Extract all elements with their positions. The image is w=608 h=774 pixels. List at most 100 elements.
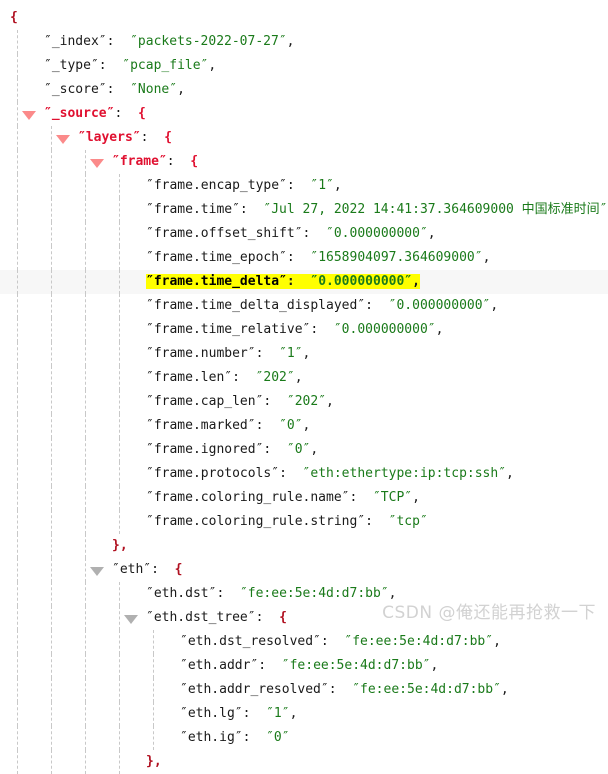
json-row[interactable]: }, <box>0 534 608 558</box>
indent-guide <box>85 150 86 174</box>
json-row[interactable]: ″_type″: ″pcap_file″, <box>0 54 608 78</box>
json-colon: : <box>99 58 122 73</box>
json-row[interactable]: ″frame.cap_len″: ″202″, <box>0 390 608 414</box>
indent-guide <box>85 294 86 318</box>
indent-guide <box>51 438 52 462</box>
expand-triangle-icon[interactable] <box>22 111 36 120</box>
json-pair: ″eth.lg″: ″1″, <box>180 706 297 721</box>
json-value: ″1″ <box>266 706 289 721</box>
indent-guide <box>51 726 52 750</box>
expand-triangle-icon[interactable] <box>56 135 70 144</box>
json-key: ″_score″ <box>44 82 107 97</box>
indent-guide <box>51 126 52 150</box>
json-row[interactable]: ″frame.ignored″: ″0″, <box>0 438 608 462</box>
json-row-content: }, <box>146 750 162 774</box>
indent-guide <box>17 678 18 702</box>
json-row-content: ″eth.addr″: ″fe:ee:5e:4d:d7:bb″, <box>180 654 438 678</box>
json-row[interactable]: ″eth.addr″: ″fe:ee:5e:4d:d7:bb″, <box>0 654 608 678</box>
json-comma: , <box>326 394 334 409</box>
json-row-content: ″_score″: ″None″, <box>44 78 185 102</box>
json-colon: : <box>107 34 130 49</box>
json-pair: ″frame.protocols″: ″eth:ethertype:ip:tcp… <box>146 466 514 481</box>
indent-guide <box>17 390 18 414</box>
indent-guide <box>85 486 86 510</box>
indent-guide <box>85 438 86 462</box>
json-row[interactable]: ″layers″: { <box>0 126 608 150</box>
json-row[interactable]: ″frame.time_delta″: ″0.000000000″, <box>0 270 608 294</box>
json-pair: ″frame.coloring_rule.string″: ″tcp″ <box>146 514 428 529</box>
json-key: ″eth″ <box>112 562 151 577</box>
json-row-content: ″frame.time_delta″: ″0.000000000″, <box>146 270 420 294</box>
json-row[interactable]: ″_source″: { <box>0 102 608 126</box>
indent-guide <box>51 294 52 318</box>
json-key: ″frame.ignored″ <box>146 442 263 457</box>
json-pair: ″frame.cap_len″: ″202″, <box>146 394 334 409</box>
json-value: ″0.000000000″ <box>389 298 491 313</box>
json-key: ″frame.cap_len″ <box>146 394 263 409</box>
json-row[interactable]: ″frame.offset_shift″: ″0.000000000″, <box>0 222 608 246</box>
json-row[interactable]: ″eth.lg″: ″1″, <box>0 702 608 726</box>
indent-guide <box>85 750 86 774</box>
json-row[interactable]: ″frame.marked″: ″0″, <box>0 414 608 438</box>
json-row[interactable]: ″_index″: ″packets-2022-07-27″, <box>0 30 608 54</box>
indent-guide <box>17 486 18 510</box>
json-row[interactable]: ″eth.ig″: ″0″ <box>0 726 608 750</box>
indent-guide <box>17 150 18 174</box>
json-row[interactable]: ″frame.number″: ″1″, <box>0 342 608 366</box>
json-row[interactable]: ″frame.time_relative″: ″0.000000000″, <box>0 318 608 342</box>
json-pair: ″frame.number″: ″1″, <box>146 346 310 361</box>
expand-triangle-icon[interactable] <box>90 567 104 576</box>
json-row[interactable]: ″frame.len″: ″202″, <box>0 366 608 390</box>
json-colon: : <box>287 178 310 193</box>
json-row[interactable]: ″frame.encap_type″: ″1″, <box>0 174 608 198</box>
json-colon: : <box>151 562 174 577</box>
json-row[interactable]: ″eth.dst_resolved″: ″fe:ee:5e:4d:d7:bb″, <box>0 630 608 654</box>
indent-guide <box>51 174 52 198</box>
indent-guide <box>17 30 18 54</box>
json-row[interactable]: ″frame.time_delta_displayed″: ″0.0000000… <box>0 294 608 318</box>
expand-triangle-icon[interactable] <box>90 159 104 168</box>
indent-guide <box>85 702 86 726</box>
indent-guide <box>17 654 18 678</box>
csdn-watermark: CSDN @俺还能再抢救一下 <box>382 598 596 623</box>
json-row[interactable]: { <box>0 6 608 30</box>
json-row[interactable]: ″frame.coloring_rule.name″: ″TCP″, <box>0 486 608 510</box>
indent-guide <box>119 486 120 510</box>
indent-guide <box>119 294 120 318</box>
indent-guide <box>51 510 52 534</box>
json-pair: ″frame.time_delta_displayed″: ″0.0000000… <box>146 298 498 313</box>
expand-triangle-icon[interactable] <box>124 615 138 624</box>
json-comma: , <box>334 178 342 193</box>
json-row-content: ″frame.number″: ″1″, <box>146 342 310 366</box>
json-row[interactable]: ″frame.protocols″: ″eth:ethertype:ip:tcp… <box>0 462 608 486</box>
indent-guide <box>51 750 52 774</box>
json-key: ″eth.dst″ <box>146 586 216 601</box>
indent-guide <box>85 582 86 606</box>
indent-guide <box>17 270 18 294</box>
json-row[interactable]: }, <box>0 750 608 774</box>
json-row[interactable]: ″_score″: ″None″, <box>0 78 608 102</box>
json-colon: : <box>279 466 302 481</box>
indent-guide <box>51 486 52 510</box>
json-key: ″_index″ <box>44 34 107 49</box>
json-pair: ″frame.time_relative″: ″0.000000000″, <box>146 322 443 337</box>
json-row[interactable]: ″eth.addr_resolved″: ″fe:ee:5e:4d:d7:bb″… <box>0 678 608 702</box>
indent-guide <box>85 462 86 486</box>
indent-guide <box>17 510 18 534</box>
json-row-content: ″eth″: { <box>112 558 182 582</box>
json-row[interactable]: ″frame.coloring_rule.string″: ″tcp″ <box>0 510 608 534</box>
json-row[interactable]: ″frame.time_epoch″: ″1658904097.36460900… <box>0 246 608 270</box>
json-tree-viewer[interactable]: {″_index″: ″packets-2022-07-27″,″_type″:… <box>0 0 608 637</box>
json-row[interactable]: ″frame″: { <box>0 150 608 174</box>
json-value: ″None″ <box>130 82 177 97</box>
indent-guide <box>119 702 120 726</box>
indent-guide <box>17 294 18 318</box>
json-value: ″TCP″ <box>373 490 412 505</box>
json-pair: ″frame.time″: ″Jul 27, 2022 14:41:37.364… <box>146 202 608 217</box>
json-value: ″Jul 27, 2022 14:41:37.364609000 中国标准时间″ <box>263 202 607 217</box>
json-row[interactable]: ″frame.time″: ″Jul 27, 2022 14:41:37.364… <box>0 198 608 222</box>
indent-guide <box>17 750 18 774</box>
indent-guide <box>119 390 120 414</box>
json-row[interactable]: ″eth″: { <box>0 558 608 582</box>
json-value: ″1658904097.364609000″ <box>310 250 482 265</box>
